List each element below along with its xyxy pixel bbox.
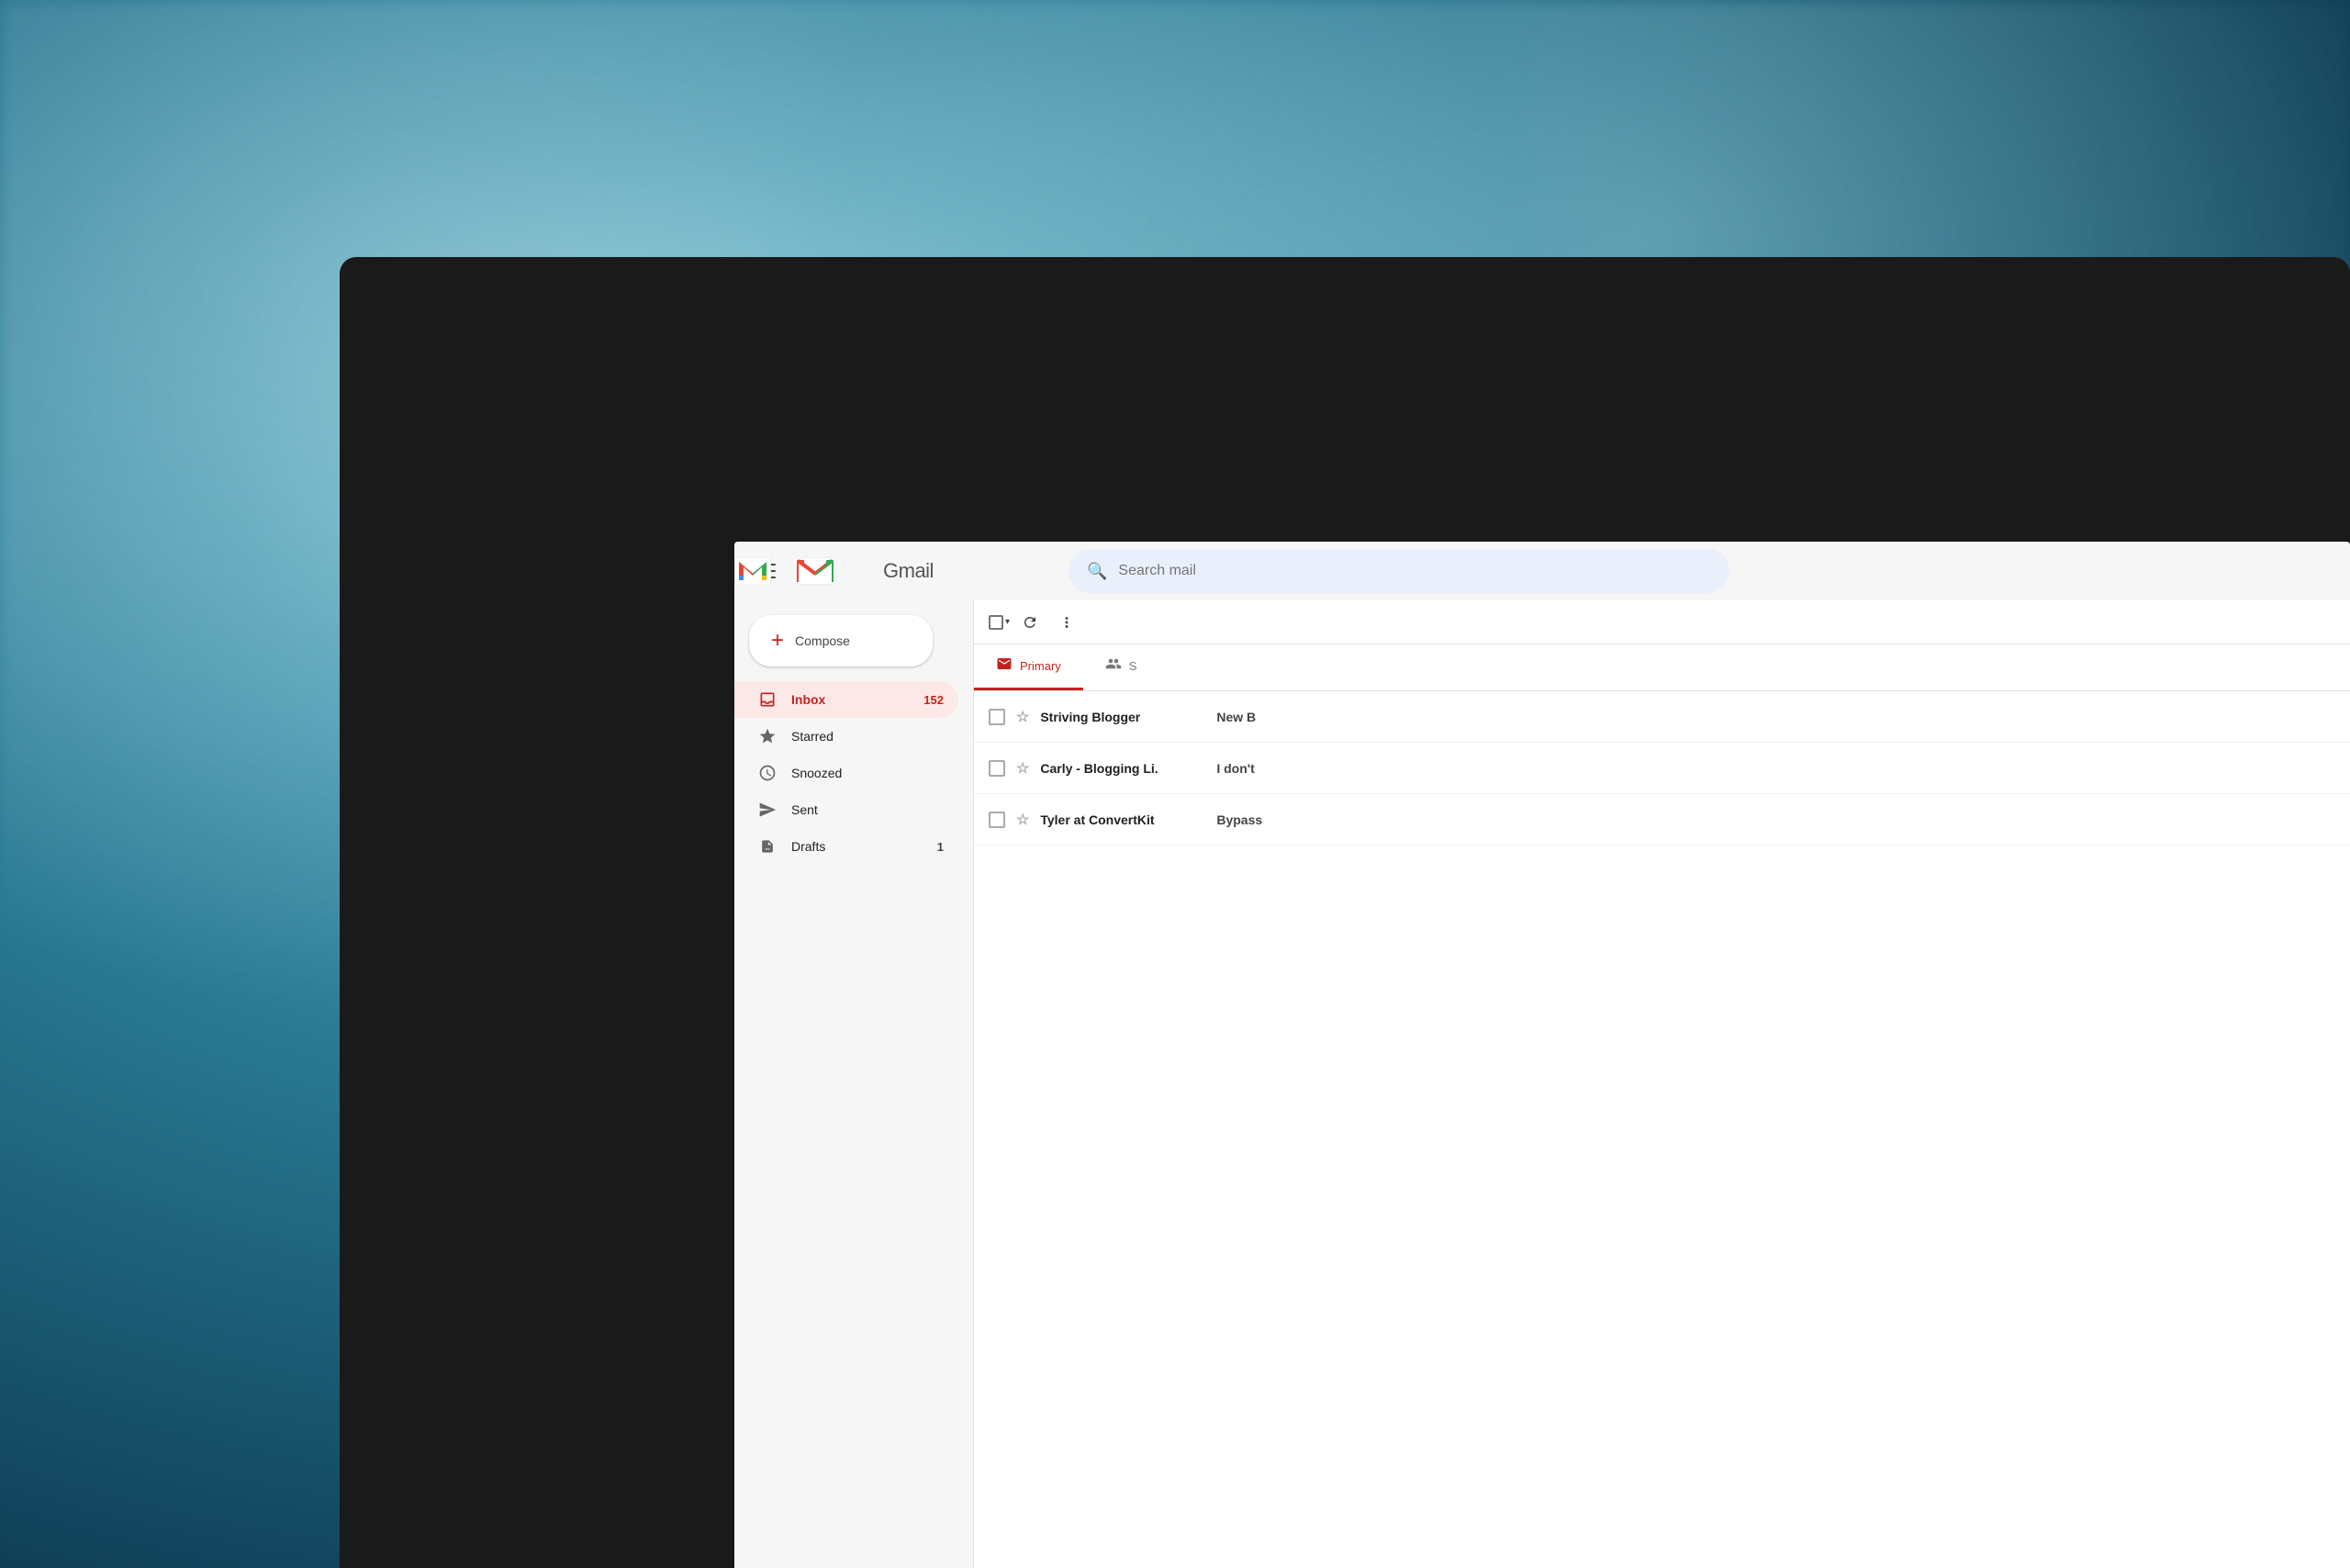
search-bar[interactable]: 🔍 xyxy=(1069,549,1729,593)
email-preview-3: Bypass xyxy=(1216,812,2335,827)
star-icon-3[interactable]: ☆ xyxy=(1016,811,1029,829)
sidebar-item-sent[interactable]: Sent xyxy=(734,791,958,828)
sidebar-item-drafts[interactable]: Drafts 1 xyxy=(734,828,958,865)
inbox-count: 152 xyxy=(923,693,944,707)
screen: Gmail 🔍 + Compose xyxy=(734,542,2350,1568)
email-preview-1: New B xyxy=(1216,710,2335,724)
sidebar: + Compose Inbox 152 xyxy=(734,600,973,1568)
sidebar-item-starred[interactable]: Starred xyxy=(734,718,958,755)
more-options-icon xyxy=(1058,614,1075,631)
drafts-count: 1 xyxy=(937,840,944,854)
gmail-logo-svg xyxy=(734,557,771,585)
sent-label: Sent xyxy=(791,802,944,817)
refresh-button[interactable] xyxy=(1013,606,1046,639)
email-checkbox-2[interactable] xyxy=(989,760,1005,777)
sent-icon xyxy=(758,801,777,819)
primary-tab-label: Primary xyxy=(1020,659,1061,673)
compose-plus-icon: + xyxy=(771,630,784,652)
email-row[interactable]: ☆ Striving Blogger New B xyxy=(974,691,2350,743)
email-sender-2: Carly - Blogging Li. xyxy=(1040,761,1205,776)
email-row[interactable]: ☆ Tyler at ConvertKit Bypass xyxy=(974,794,2350,846)
starred-icon xyxy=(758,727,777,745)
email-sender-3: Tyler at ConvertKit xyxy=(1040,812,1205,827)
inbox-label: Inbox xyxy=(791,692,909,707)
starred-label: Starred xyxy=(791,729,944,744)
snoozed-icon xyxy=(758,764,777,782)
search-icon: 🔍 xyxy=(1087,562,1107,581)
email-checkbox-3[interactable] xyxy=(989,812,1005,828)
email-preview-2: I don't xyxy=(1216,761,2335,776)
email-row[interactable]: ☆ Carly - Blogging Li. I don't xyxy=(974,743,2350,794)
tab-social[interactable]: S xyxy=(1083,644,1159,690)
tabs-bar: Primary S xyxy=(974,644,2350,691)
refresh-icon xyxy=(1022,614,1038,631)
inbox-icon xyxy=(758,690,777,709)
tab-primary[interactable]: Primary xyxy=(974,644,1083,690)
compose-label: Compose xyxy=(795,633,850,648)
gmail-logo: Gmail xyxy=(797,557,890,585)
search-input[interactable] xyxy=(1118,563,1711,579)
gmail-wordmark: Gmail xyxy=(883,559,934,583)
gmail-app: Gmail 🔍 + Compose xyxy=(734,542,2350,1568)
star-icon-1[interactable]: ☆ xyxy=(1016,708,1029,726)
gmail-body: + Compose Inbox 152 xyxy=(734,600,2350,1568)
email-checkbox-1[interactable] xyxy=(989,709,1005,725)
select-dropdown-arrow[interactable]: ▾ xyxy=(1005,617,1010,627)
email-toolbar: ▾ xyxy=(974,600,2350,644)
sidebar-item-inbox[interactable]: Inbox 152 xyxy=(734,681,958,718)
drafts-label: Drafts xyxy=(791,839,923,854)
primary-tab-icon xyxy=(996,655,1013,677)
social-tab-partial: S xyxy=(1129,659,1137,673)
gmail-header: Gmail 🔍 xyxy=(734,542,2350,600)
sidebar-item-snoozed[interactable]: Snoozed xyxy=(734,755,958,791)
drafts-icon xyxy=(758,837,777,856)
social-tab-icon xyxy=(1105,655,1122,677)
email-list: ☆ Striving Blogger New B ☆ Carly - Blogg… xyxy=(974,691,2350,1568)
email-sender-1: Striving Blogger xyxy=(1040,710,1205,724)
laptop-bezel: Gmail 🔍 + Compose xyxy=(340,257,2350,1568)
snoozed-label: Snoozed xyxy=(791,766,944,780)
select-checkbox-area: ▾ xyxy=(989,615,1010,630)
gmail-m-icon xyxy=(797,557,834,585)
header-left: Gmail xyxy=(749,553,1061,589)
compose-button[interactable]: + Compose xyxy=(749,615,933,666)
more-options-button[interactable] xyxy=(1050,606,1083,639)
star-icon-2[interactable]: ☆ xyxy=(1016,759,1029,778)
main-content: ▾ xyxy=(973,600,2350,1568)
select-all-checkbox[interactable] xyxy=(989,615,1003,630)
